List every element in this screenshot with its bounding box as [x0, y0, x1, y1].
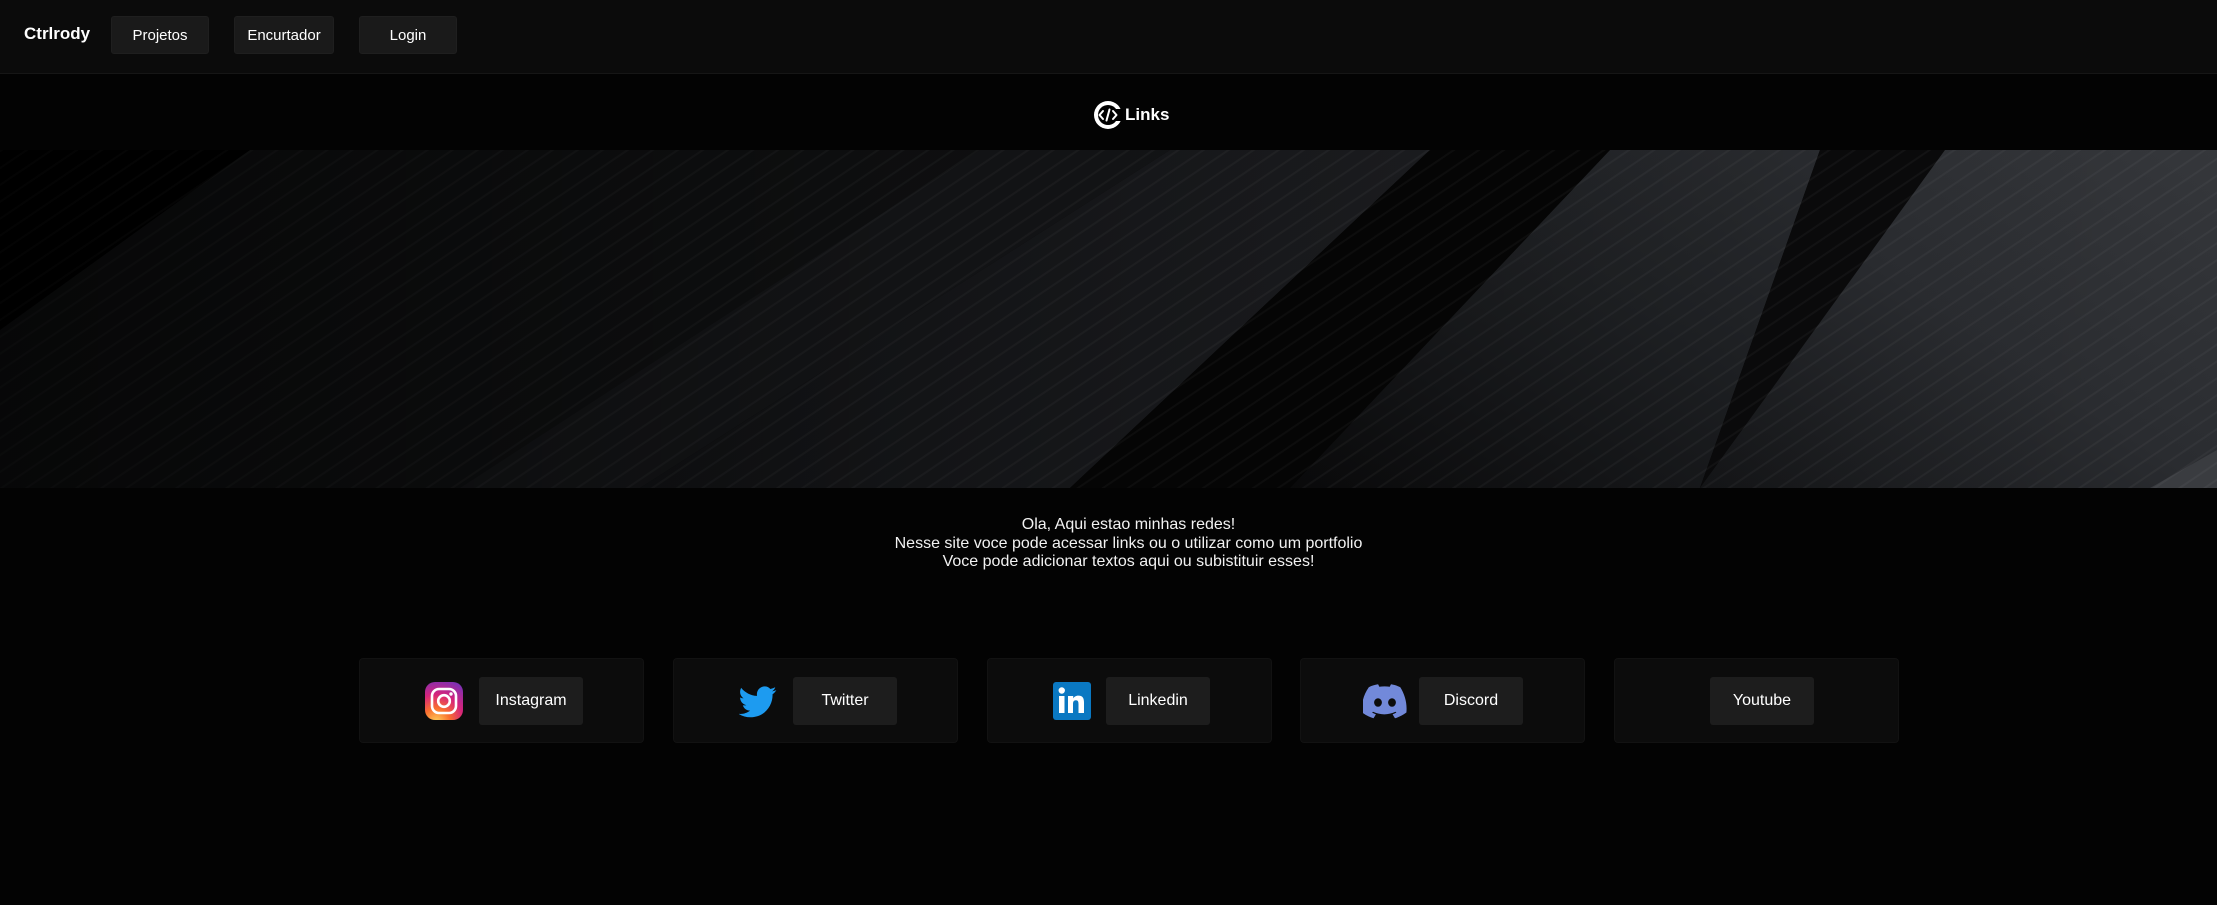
instagram-icon	[425, 682, 463, 720]
twitter-button[interactable]: Twitter	[793, 677, 897, 725]
intro-line: Nesse site voce pode acessar links ou o …	[894, 534, 1363, 552]
intro-text: Ola, Aqui estao minhas redes! Nesse site…	[0, 516, 2217, 572]
intro-line: Voce pode adicionar textos aqui ou subis…	[942, 553, 1315, 570]
nav-encurtador-button[interactable]: Encurtador	[234, 16, 334, 54]
nav-login-button[interactable]: Login	[359, 16, 457, 54]
discord-card: Discord	[1300, 658, 1585, 743]
code-icon	[1093, 100, 1123, 130]
linkedin-card: Linkedin	[987, 658, 1272, 743]
intro-line: Ola, Aqui estao minhas redes!	[1021, 516, 1236, 533]
links-logo: Links	[1093, 100, 1169, 130]
brand-title[interactable]: Ctrlrody	[24, 24, 90, 44]
instagram-card: Instagram	[359, 658, 644, 743]
twitter-icon	[739, 682, 777, 720]
discord-button[interactable]: Discord	[1419, 677, 1523, 725]
youtube-button[interactable]: Youtube	[1710, 677, 1814, 725]
discord-icon	[1363, 682, 1407, 720]
instagram-button[interactable]: Instagram	[479, 677, 583, 725]
navbar: Ctrlrody Projetos Encurtador Login	[0, 0, 2217, 74]
twitter-card: Twitter	[673, 658, 958, 743]
youtube-card: Youtube	[1614, 658, 1899, 743]
linkedin-icon	[1053, 682, 1091, 720]
linkedin-button[interactable]: Linkedin	[1106, 677, 1210, 725]
hero-banner	[0, 150, 2217, 488]
nav-projetos-button[interactable]: Projetos	[111, 16, 209, 54]
logo-label: Links	[1125, 105, 1170, 124]
